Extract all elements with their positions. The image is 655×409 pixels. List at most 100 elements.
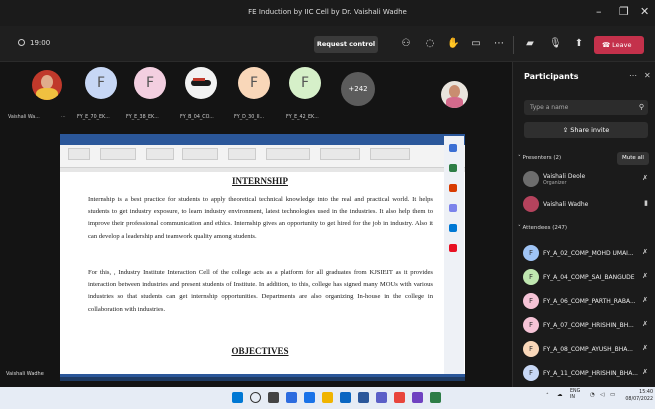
shared-screen: INTERNSHIP Internship is a best practice… bbox=[60, 134, 465, 377]
participant-row[interactable]: F FY_A_02_COMP_MOHD UMAI... ✗ bbox=[513, 242, 655, 266]
participant-row[interactable]: F FY_A_04_COMP_SAI_BANGUDE ✗ bbox=[513, 266, 655, 290]
camera-off-icon[interactable]: ▰ bbox=[524, 38, 536, 50]
chrome-icon[interactable] bbox=[394, 392, 405, 403]
wifi-icon[interactable]: ◔ bbox=[590, 392, 595, 398]
share-screen-icon[interactable]: ⬆ bbox=[573, 38, 585, 50]
speaker-label: Vaishali Wadhe bbox=[6, 371, 44, 377]
document-heading-internship: INTERNSHIP bbox=[231, 176, 288, 186]
participant-tile[interactable]: F bbox=[134, 67, 166, 99]
chat-icon[interactable]: ◌ bbox=[424, 38, 436, 50]
language-indicator[interactable]: ENG IN bbox=[570, 389, 580, 401]
app-icon bbox=[449, 164, 457, 172]
participant-row[interactable]: Vaishali Deole Organizer ✗ bbox=[513, 168, 655, 192]
mute-all-button[interactable]: Mute all bbox=[617, 152, 649, 165]
links-group bbox=[182, 148, 218, 160]
tables-group bbox=[100, 148, 136, 160]
participant-tile-image[interactable] bbox=[185, 67, 217, 99]
minimize-icon[interactable]: – bbox=[596, 5, 602, 18]
participant-row[interactable]: F FY_A_07_COMP_HRISHIN_BH... ✗ bbox=[513, 314, 655, 338]
document-paragraph: Internship is a best practice for studen… bbox=[88, 196, 433, 240]
clipboard-group bbox=[68, 148, 90, 160]
close-window-icon[interactable]: ✕ bbox=[640, 5, 649, 18]
participant-row[interactable]: F FY_A_08_COMP_AYUSH_BHA... ✗ bbox=[513, 338, 655, 362]
participant-tile[interactable]: F bbox=[238, 67, 270, 99]
shared-taskbar bbox=[60, 377, 465, 381]
mic-off-icon: ✗ bbox=[642, 320, 648, 328]
app-icon[interactable] bbox=[430, 392, 441, 403]
mic-off-icon: ✗ bbox=[642, 248, 648, 256]
more-options-icon[interactable]: ⋯ bbox=[629, 71, 637, 80]
tile-name: FY_B_04_CO... bbox=[180, 115, 214, 120]
attendees-section-label[interactable]: ˅ Attendees (247) bbox=[518, 225, 567, 231]
avatar bbox=[523, 196, 539, 212]
participant-name: FY_A_07_COMP_HRISHIN_BH... bbox=[543, 322, 634, 329]
task-view-icon[interactable] bbox=[268, 392, 279, 403]
panel-title: Participants bbox=[524, 72, 579, 81]
mic-off-icon: ✗ bbox=[642, 296, 648, 304]
avatar: F bbox=[523, 317, 539, 333]
volume-icon[interactable]: ◁ bbox=[600, 392, 604, 398]
cloud-icon[interactable]: ☁ bbox=[557, 392, 563, 398]
participant-name: FY_A_08_COMP_AYUSH_BHA... bbox=[543, 346, 633, 353]
mic-on-icon: ▮ bbox=[644, 199, 648, 207]
battery-icon[interactable]: ▭ bbox=[610, 392, 615, 398]
widgets-icon[interactable] bbox=[286, 392, 297, 403]
reactions-icon[interactable]: ✋ bbox=[447, 38, 459, 50]
more-participants-tile[interactable]: +242 bbox=[341, 72, 375, 106]
meeting-toolbar: 19:00 Request control ⚇ ◌ ✋ ▭ ⋯ ▰ 🎙 ⬆ ☎ … bbox=[0, 26, 655, 62]
close-panel-icon[interactable]: ✕ bbox=[644, 71, 651, 80]
leave-button[interactable]: ☎ Leave bbox=[594, 36, 644, 54]
more-actions-icon[interactable]: ⋯ bbox=[493, 38, 505, 50]
tray-up-arrow-icon[interactable]: ˄ bbox=[546, 393, 549, 399]
share-invite-button[interactable]: ⇪ Share invite bbox=[524, 122, 648, 138]
participant-row[interactable]: F FY_A_11_COMP_HRISHIN_BHA... ✗ bbox=[513, 362, 655, 386]
header-footer-group bbox=[228, 148, 256, 160]
rooms-icon[interactable]: ▭ bbox=[470, 38, 482, 50]
symbols-group bbox=[320, 148, 360, 160]
edge-icon[interactable] bbox=[304, 392, 315, 403]
store-icon[interactable] bbox=[340, 392, 351, 403]
participant-row[interactable]: F FY_A_06_COMP_PARTH_RABA... ✗ bbox=[513, 290, 655, 314]
toolbar-divider bbox=[513, 36, 514, 54]
search-icon[interactable] bbox=[250, 392, 261, 403]
file-explorer-icon[interactable] bbox=[322, 392, 333, 403]
participant-video-photo[interactable] bbox=[441, 81, 468, 108]
tile-name: Vaishali Wa... bbox=[8, 115, 40, 120]
request-control-button[interactable]: Request control bbox=[314, 36, 378, 53]
word-icon[interactable] bbox=[358, 392, 369, 403]
tile-name: FY_E_42_EK... bbox=[286, 115, 319, 120]
clock[interactable]: 15:40 08/07/2022 bbox=[623, 389, 653, 403]
word-ribbon bbox=[60, 145, 465, 168]
presenters-section-label[interactable]: ˅ Presenters (2) bbox=[518, 155, 561, 161]
avatar: F bbox=[523, 365, 539, 381]
participant-name: FY_A_11_COMP_HRISHIN_BHA... bbox=[543, 370, 638, 377]
phone-icon: ☎ bbox=[602, 41, 613, 49]
presenter-avatar[interactable] bbox=[32, 70, 62, 100]
mic-off-icon: ✗ bbox=[642, 174, 648, 182]
participant-name: FY_A_02_COMP_MOHD UMAI... bbox=[543, 250, 634, 257]
document-heading-objectives: OBJECTIVES bbox=[231, 346, 289, 356]
meeting-timer: 19:00 bbox=[18, 39, 50, 47]
mic-off-icon: ✗ bbox=[642, 368, 648, 376]
people-icon[interactable]: ⚇ bbox=[400, 38, 412, 50]
window-title: FE Induction by IIC Cell by Dr. Vaishali… bbox=[248, 8, 407, 16]
avatar: F bbox=[523, 341, 539, 357]
mic-off-icon[interactable]: 🎙 bbox=[549, 38, 562, 50]
start-icon[interactable] bbox=[232, 392, 243, 403]
participants-panel: Participants ⋯ ✕ Type a name ⚲ ⇪ Share i… bbox=[512, 62, 655, 387]
teams-icon[interactable] bbox=[376, 392, 387, 403]
tile-name: FY_D_30_II... bbox=[234, 115, 265, 120]
maximize-icon[interactable]: ❐ bbox=[619, 5, 629, 18]
participant-tile[interactable]: F bbox=[85, 67, 117, 99]
window-titlebar: FE Induction by IIC Cell by Dr. Vaishali… bbox=[0, 0, 655, 26]
participant-tile[interactable]: F bbox=[289, 67, 321, 99]
windows-taskbar: ˄ ☁ ENG IN ◔ ◁ ▭ 15:40 08/07/2022 bbox=[0, 387, 655, 409]
tile-more-icon[interactable]: ⋯ bbox=[61, 115, 66, 120]
app-icon[interactable] bbox=[412, 392, 423, 403]
app-icon bbox=[449, 224, 457, 232]
shield-icon bbox=[18, 39, 25, 46]
participant-search-input[interactable]: Type a name ⚲ bbox=[524, 100, 648, 115]
participant-role: Organizer bbox=[543, 181, 567, 186]
participant-row[interactable]: Vaishali Wadhe ▮ bbox=[513, 193, 655, 217]
participant-name: FY_A_06_COMP_PARTH_RABA... bbox=[543, 298, 636, 305]
